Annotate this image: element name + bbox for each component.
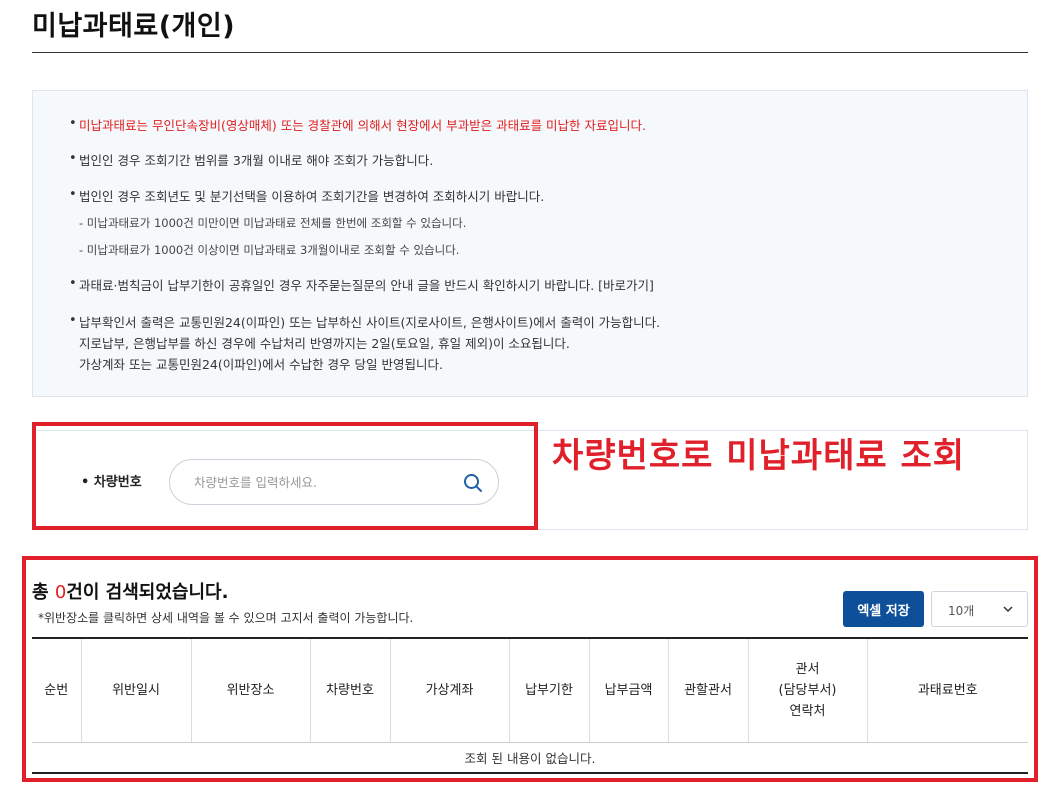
notice-sub-item: - 미납과태료가 1000건 미만이면 미납과태료 전체를 한번에 조회할 수 …: [79, 216, 467, 230]
bullet: •: [69, 313, 77, 328]
annotation-search-highlight: [32, 422, 538, 530]
notice-sub-item: - 미납과태료가 1000건 이상이면 미납과태료 3개월이내로 조회할 수 있…: [79, 243, 460, 257]
annotation-results-highlight: [22, 556, 1038, 782]
title-divider: [32, 52, 1028, 53]
bullet: •: [69, 187, 77, 202]
notice-text: 미납과태료는 무인단속장비(영상매체) 또는 경찰관에 의해서 현장에서 부과받…: [79, 118, 646, 133]
notice-text: 과태료·범칙금이 납부기한이 공휴일인 경우 자주묻는질문의 안내 글을 반드시…: [79, 278, 654, 293]
annotation-label: 차량번호로 미납과태료 조회: [552, 436, 966, 476]
bullet: •: [69, 116, 77, 131]
page-title: 미납과태료(개인): [32, 11, 236, 42]
notice-text: 법인인 경우 조회년도 및 분기선택을 이용하여 조회기간을 변경하여 조회하시…: [79, 189, 545, 204]
notice-text: 납부확인서 출력은 교통민원24(이파인) 또는 납부하신 사이트(지로사이트,…: [79, 315, 661, 330]
notice-box: • 미납과태료는 무인단속장비(영상매체) 또는 경찰관에 의해서 현장에서 부…: [32, 90, 1028, 397]
bullet: •: [69, 276, 77, 291]
bullet: •: [69, 151, 77, 166]
notice-continuation: 가상계좌 또는 교통민원24(이파인)에서 수납한 경우 당일 반영됩니다.: [79, 357, 443, 372]
notice-text: 법인인 경우 조회기간 범위를 3개월 이내로 해야 조회가 가능합니다.: [79, 153, 434, 168]
notice-continuation: 지로납부, 은행납부를 하신 경우에 수납처리 반영까지는 2일(토요일, 휴일…: [79, 336, 570, 351]
